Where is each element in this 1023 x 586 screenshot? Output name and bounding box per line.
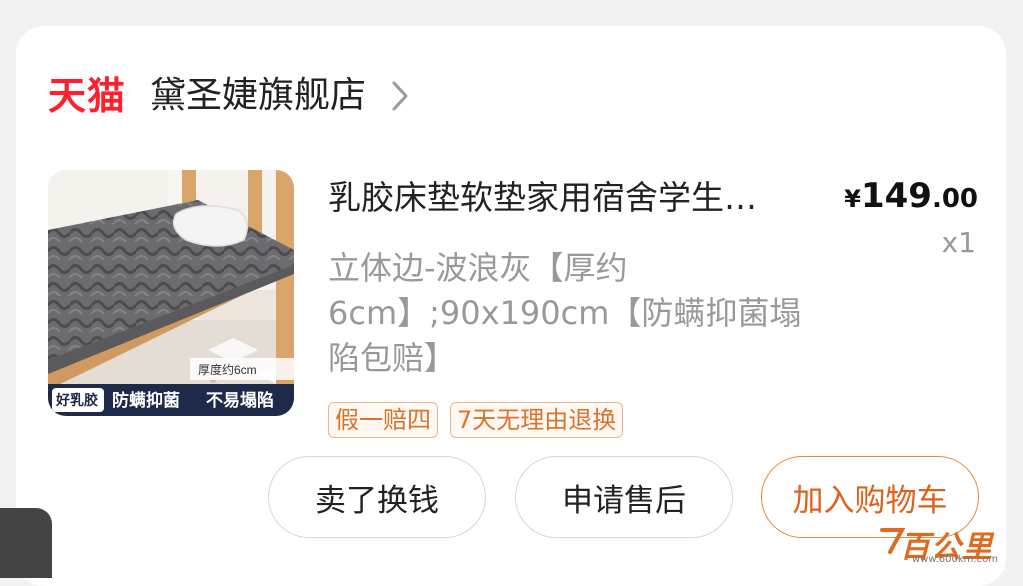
image-label-right: 不易塌陷 <box>206 390 274 410</box>
product-price: ¥149.00 <box>844 176 978 222</box>
product-variant: 立体边-波浪灰【厚约6cm】;90x190cm【防螨抑菌塌陷包赔】 <box>328 249 802 377</box>
chevron-right-icon[interactable] <box>388 79 414 113</box>
service-tag: 假一赔四 <box>328 402 438 438</box>
mattress-illustration: 厚度约6cm 好乳胶 防螨抑菌 不易塌陷 <box>48 170 294 416</box>
store-name[interactable]: 黛圣婕旗舰店 <box>150 72 366 120</box>
store-header[interactable]: 天猫 黛圣婕旗舰店 <box>48 72 414 120</box>
product-image[interactable]: 厚度约6cm 好乳胶 防螨抑菌 不易塌陷 <box>48 170 294 416</box>
product-quantity: x1 <box>941 226 976 259</box>
price-integer: 149 <box>860 176 932 216</box>
watermark-url: www.600km.com <box>912 554 998 565</box>
tmall-logo: 天猫 <box>48 74 127 118</box>
watermark: 百公里 www.600km.com <box>880 518 1020 568</box>
service-tag: 7天无理由退换 <box>450 402 624 438</box>
price-decimal: .00 <box>931 184 978 214</box>
product-title[interactable]: 乳胶床垫软垫家用宿舍学生… <box>328 178 828 218</box>
image-label-left: 好乳胶 <box>55 392 98 408</box>
service-tags: 假一赔四 7天无理由退换 <box>328 402 624 438</box>
sell-button[interactable]: 卖了换钱 <box>268 456 486 538</box>
after-sale-button[interactable]: 申请售后 <box>515 456 733 538</box>
image-label-mid: 防螨抑菌 <box>112 390 180 410</box>
image-label-thickness: 厚度约6cm <box>198 362 257 377</box>
price-currency: ¥ <box>844 185 861 213</box>
